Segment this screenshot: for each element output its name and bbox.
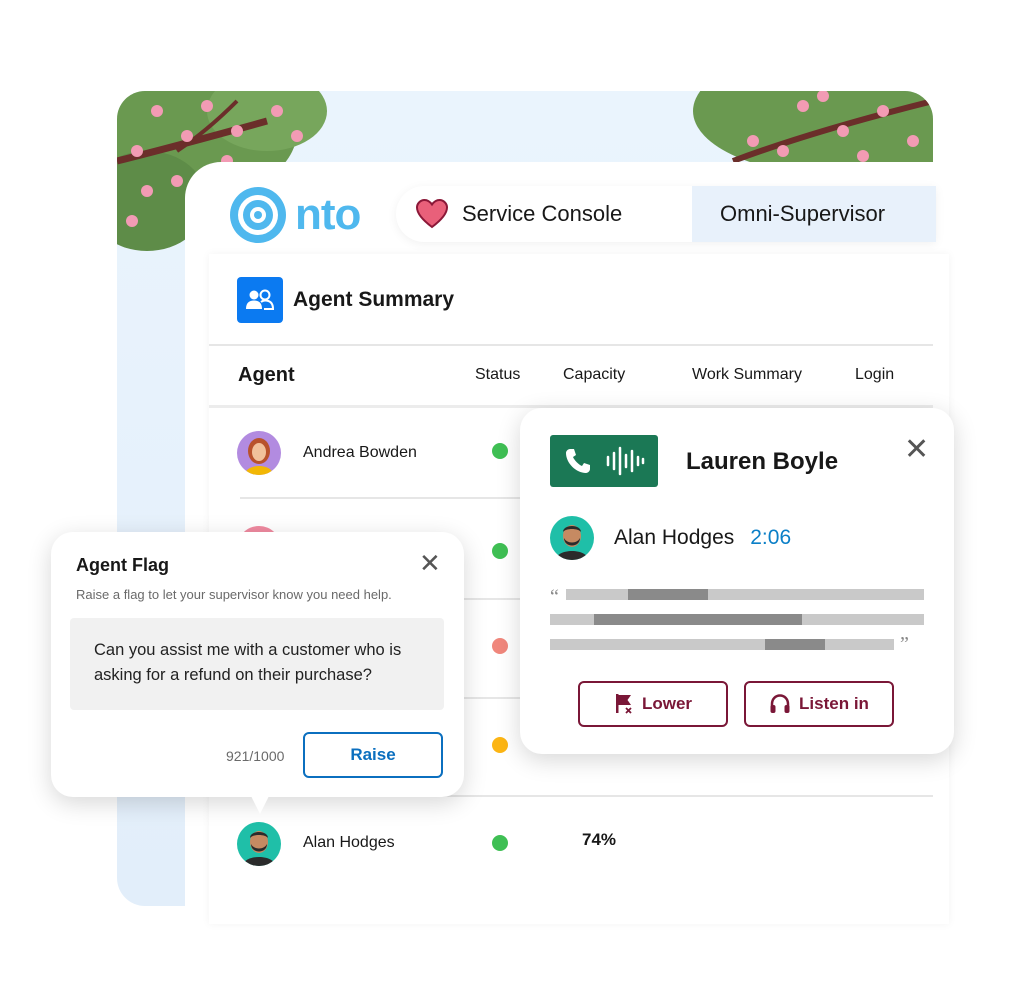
column-status[interactable]: Status <box>475 366 520 384</box>
agent-summary-header: Agent Summary <box>237 277 454 323</box>
lower-label: Lower <box>641 694 693 713</box>
column-login[interactable]: Login <box>855 366 894 384</box>
call-duration: 2:06 <box>750 526 792 549</box>
nto-logo-icon <box>230 187 286 243</box>
caller-name: Alan Hodges <box>614 526 735 549</box>
close-icon[interactable]: ✕ <box>419 550 441 576</box>
tab-bar: Service Console Omni-Supervisor <box>396 186 936 242</box>
tab-service-console-label: Service Console <box>462 201 623 226</box>
heart-icon <box>416 199 448 229</box>
column-work-summary[interactable]: Work Summary <box>692 366 802 384</box>
agent-flag-subtitle: Raise a flag to let your supervisor know… <box>76 587 392 602</box>
transcript-line <box>550 639 894 650</box>
avatar <box>237 431 281 475</box>
status-dot <box>492 443 508 459</box>
agent-flag-title: Agent Flag <box>76 555 169 575</box>
sound-wave-icon <box>606 446 645 476</box>
agent-name[interactable]: Andrea Bowden <box>303 444 417 462</box>
divider <box>209 344 933 346</box>
caller-row: Alan Hodges 2:06 <box>550 516 791 560</box>
character-counter: 921/1000 <box>226 748 285 764</box>
status-dot <box>492 835 508 851</box>
lower-flag-button[interactable]: Lower <box>578 681 728 727</box>
divider <box>240 497 530 499</box>
flag-message-field[interactable]: Can you assist me with a customer who is… <box>70 618 444 710</box>
column-capacity[interactable]: Capacity <box>563 366 625 384</box>
brand-logo: nto <box>229 186 361 244</box>
call-contact-name: Lauren Boyle <box>686 448 839 475</box>
listen-in-label: Listen in <box>799 694 869 713</box>
quote-close: ” <box>900 633 909 655</box>
users-icon <box>237 277 283 323</box>
listen-in-button[interactable]: Listen in <box>744 681 894 727</box>
headset-icon <box>770 694 790 713</box>
close-icon[interactable]: ✕ <box>904 435 929 465</box>
transcript-line <box>566 589 924 600</box>
tab-omni-supervisor[interactable]: Omni-Supervisor <box>692 186 936 242</box>
status-dot <box>492 638 508 654</box>
popover-pointer <box>250 794 270 814</box>
column-agent[interactable]: Agent <box>238 364 295 387</box>
agent-summary-title: Agent Summary <box>293 288 455 311</box>
agent-flag-card: Agent Flag ✕ Raise a flag to let your su… <box>51 532 464 797</box>
avatar <box>550 516 594 560</box>
capacity-value: 74% <box>582 830 617 849</box>
blossom-tree-right <box>693 91 933 171</box>
avatar <box>237 822 281 866</box>
flag-icon <box>615 694 632 714</box>
status-dot <box>492 543 508 559</box>
transcript-line <box>550 614 924 625</box>
call-badge <box>550 435 658 487</box>
logo-text: nto <box>295 190 361 239</box>
raise-button[interactable]: Raise <box>303 732 443 778</box>
call-card: Lauren Boyle ✕ Alan Hodges 2:06 “ ” Lowe… <box>520 408 954 754</box>
status-dot <box>492 737 508 753</box>
phone-icon <box>566 449 590 473</box>
quote-open: “ <box>550 586 559 608</box>
agent-name[interactable]: Alan Hodges <box>303 834 395 852</box>
tab-service-console[interactable]: Service Console <box>396 186 692 242</box>
